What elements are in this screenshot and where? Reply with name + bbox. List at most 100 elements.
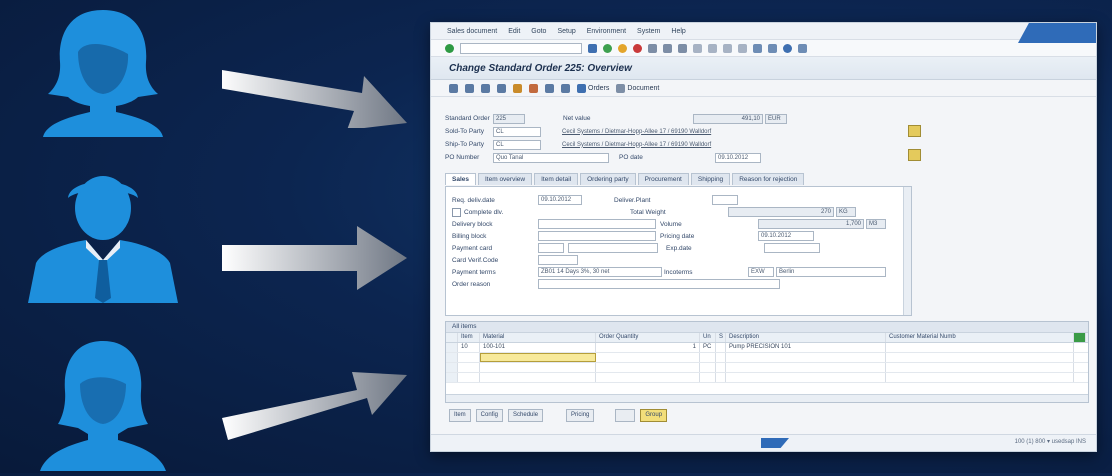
- previous-page-icon[interactable]: [708, 43, 717, 53]
- payment-card-number-field[interactable]: [568, 243, 658, 253]
- tab-item-detail[interactable]: Item detail: [534, 173, 579, 185]
- arrow-right-icon: [222, 218, 412, 308]
- cell-customer-material[interactable]: [886, 343, 1074, 352]
- header-icon[interactable]: [481, 83, 490, 93]
- cell-description[interactable]: Pump PRECISION 101: [726, 343, 886, 352]
- first-page-icon[interactable]: [693, 43, 702, 53]
- group-button[interactable]: Group: [640, 409, 668, 422]
- arrow-right-icon: [218, 38, 412, 130]
- command-field[interactable]: [460, 42, 582, 54]
- back-icon[interactable]: [603, 43, 612, 53]
- total-weight-label: Total Weight: [630, 208, 666, 216]
- complete-dlv-label: Complete dlv.: [464, 208, 504, 216]
- item-button[interactable]: Item: [449, 409, 471, 422]
- pricing-icon[interactable]: [513, 83, 522, 93]
- incoterms-code-field[interactable]: EXW: [748, 267, 774, 277]
- table-settings-icon[interactable]: [1074, 333, 1086, 342]
- cancel-icon[interactable]: [633, 43, 642, 53]
- card-verif-code-field[interactable]: [538, 255, 578, 265]
- req-deliv-date-field[interactable]: 09.10.2012: [538, 195, 582, 205]
- po-date-field[interactable]: 09.10.2012: [715, 152, 761, 163]
- businessman-avatar-icon: [8, 168, 198, 303]
- document-button[interactable]: Document: [616, 83, 659, 93]
- orders-button-label: Orders: [588, 84, 610, 92]
- menu-system[interactable]: System: [637, 28, 660, 35]
- menu-setup[interactable]: Setup: [557, 28, 575, 35]
- items-table-header: Item Material Order Quantity Un S Descri…: [446, 333, 1088, 343]
- cell-material[interactable]: 100-101: [480, 343, 596, 352]
- tab-item-overview[interactable]: Item overview: [478, 173, 533, 185]
- tab-shipping[interactable]: Shipping: [690, 173, 731, 185]
- screen-title-bar: Change Standard Order 225: Overview: [431, 57, 1096, 80]
- last-page-icon[interactable]: [738, 43, 747, 53]
- menu-goto[interactable]: Goto: [531, 28, 546, 35]
- config-button[interactable]: Config: [475, 409, 504, 422]
- table-row[interactable]: 10 100-101 1 PC Pump PRECISION 101: [446, 343, 1088, 353]
- find-next-icon[interactable]: [678, 43, 687, 53]
- tab-reason-for-rejection[interactable]: Reason for rejection: [732, 173, 805, 185]
- tab-sales[interactable]: Sales: [445, 173, 476, 185]
- sold-to-partner-button[interactable]: [908, 125, 921, 137]
- find-icon[interactable]: [663, 43, 672, 53]
- delivery-block-dropdown[interactable]: [538, 219, 656, 229]
- item-details-button[interactable]: [615, 409, 636, 422]
- menu-help[interactable]: Help: [671, 28, 685, 35]
- pricing-button[interactable]: Pricing: [566, 409, 595, 422]
- order-reason-dropdown[interactable]: [538, 279, 780, 289]
- orders-button[interactable]: Orders: [577, 83, 610, 93]
- cell-order-quantity[interactable]: 1: [596, 343, 700, 352]
- partners-icon[interactable]: [561, 83, 570, 93]
- incoterms-label: Incoterms: [664, 268, 693, 276]
- complete-dlv-checkbox[interactable]: [452, 207, 461, 217]
- deliver-plant-field[interactable]: [712, 195, 738, 205]
- total-weight-unit: KG: [836, 207, 856, 217]
- cell-item[interactable]: 10: [458, 343, 480, 352]
- table-horizontal-scrollbar[interactable]: [446, 394, 1088, 402]
- po-number-field[interactable]: Quo Tanal: [493, 152, 609, 163]
- cell-unit[interactable]: PC: [700, 343, 716, 352]
- exp-date-field[interactable]: [764, 243, 820, 253]
- incoterms-location-field[interactable]: Berlin: [776, 267, 886, 277]
- output-icon[interactable]: [529, 83, 538, 93]
- panel-scrollbar[interactable]: [903, 187, 911, 315]
- menu-sales-document[interactable]: Sales document: [447, 28, 497, 35]
- table-row[interactable]: [446, 373, 1088, 383]
- payment-terms-field[interactable]: ZB01 14 Days 3%, 30 net: [538, 267, 662, 277]
- texts-icon[interactable]: [545, 83, 554, 93]
- standard-order-label: Standard Order: [445, 115, 490, 122]
- new-session-icon[interactable]: [753, 43, 762, 53]
- row-selector[interactable]: [446, 343, 458, 352]
- help-icon[interactable]: [783, 43, 792, 53]
- cell-s[interactable]: [716, 343, 726, 352]
- items-caption: All items: [446, 322, 1088, 333]
- exit-icon[interactable]: [618, 43, 627, 53]
- schedule-button[interactable]: Schedule: [508, 409, 544, 422]
- shortcut-icon[interactable]: [768, 43, 777, 53]
- table-row[interactable]: [446, 363, 1088, 373]
- pricing-date-field[interactable]: 09.10.2012: [758, 231, 814, 241]
- deliver-plant-label: Deliver.Plant: [614, 196, 651, 204]
- table-row[interactable]: [446, 353, 1088, 363]
- layout-menu-icon[interactable]: [798, 43, 807, 53]
- tab-ordering-party[interactable]: Ordering party: [580, 173, 636, 185]
- po-attachment-button[interactable]: [908, 149, 921, 161]
- ship-to-party-field[interactable]: CL: [493, 139, 541, 150]
- tab-procurement[interactable]: Procurement: [637, 173, 689, 185]
- menu-environment[interactable]: Environment: [587, 28, 626, 35]
- print-icon[interactable]: [648, 43, 657, 53]
- payment-card-type-field[interactable]: [538, 243, 564, 253]
- next-page-icon[interactable]: [723, 43, 732, 53]
- menu-edit[interactable]: Edit: [508, 28, 520, 35]
- status-overview-icon[interactable]: [465, 83, 474, 93]
- billing-block-dropdown[interactable]: [538, 231, 656, 241]
- save-icon[interactable]: [588, 43, 597, 53]
- display-doc-flow-icon[interactable]: [449, 83, 458, 93]
- application-toolbar: Orders Document: [431, 80, 1096, 97]
- standard-order-field: 225: [493, 113, 525, 124]
- item-header-icon[interactable]: [497, 83, 506, 93]
- material-input-active[interactable]: [480, 353, 596, 362]
- sold-to-party-label: Sold-To Party: [445, 128, 485, 135]
- window-controls[interactable]: [1018, 23, 1096, 43]
- enter-icon[interactable]: [445, 43, 454, 53]
- sold-to-party-field[interactable]: CL: [493, 126, 541, 137]
